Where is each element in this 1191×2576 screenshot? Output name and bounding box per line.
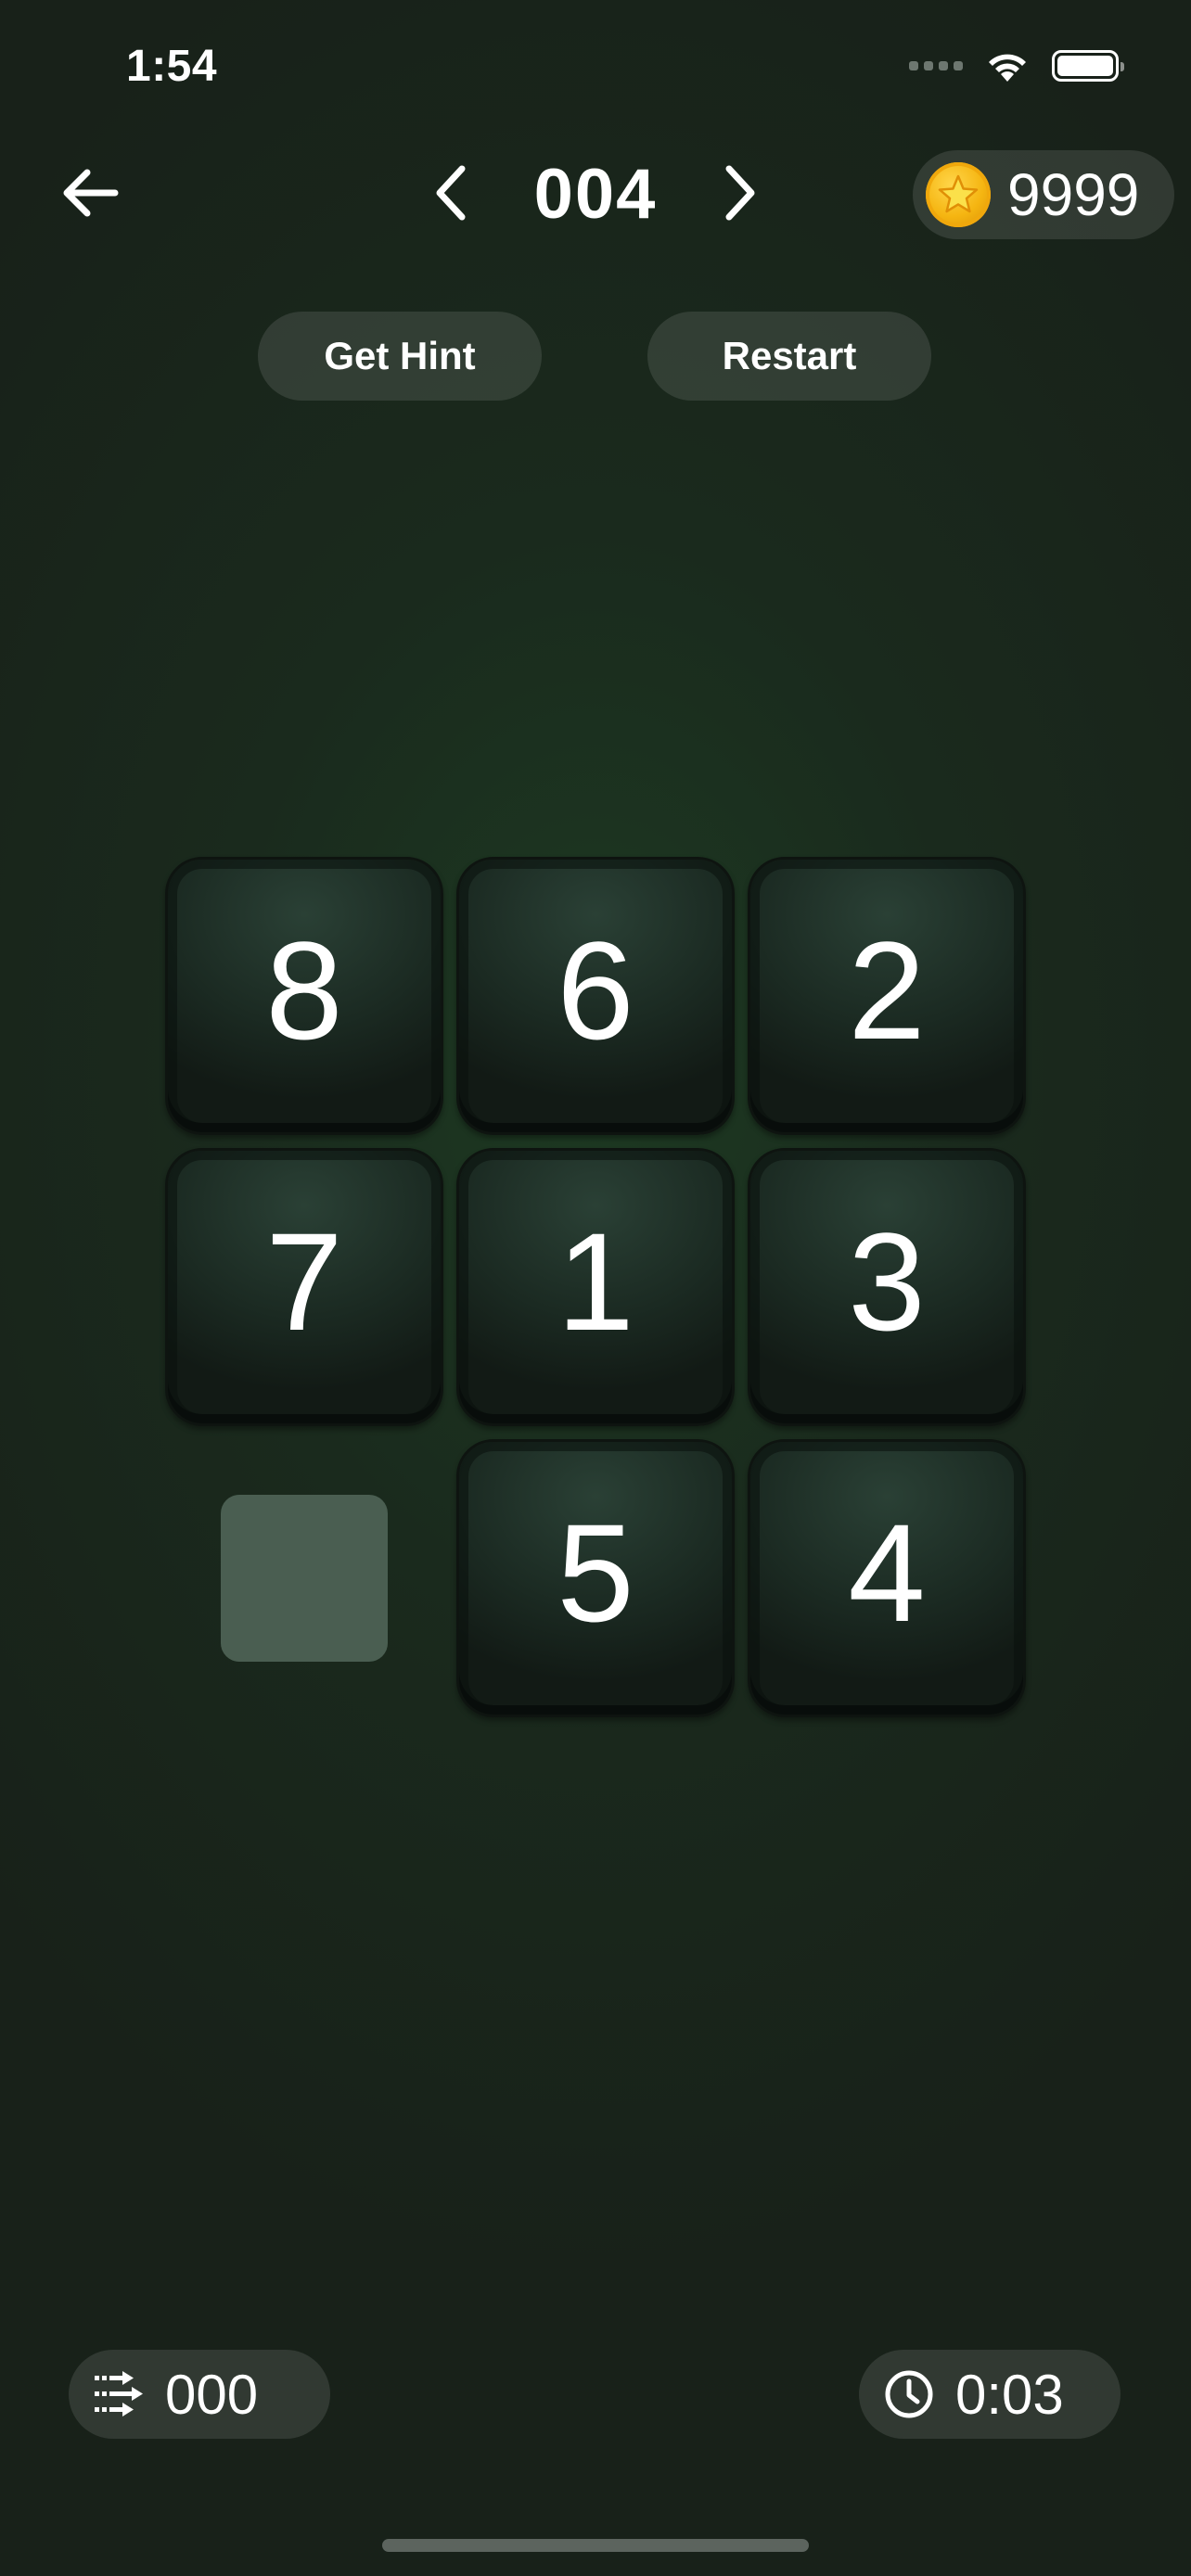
back-button[interactable] xyxy=(54,158,124,228)
tile-6[interactable]: 6 xyxy=(456,857,735,1135)
moves-counter: 000 xyxy=(69,2350,330,2439)
coin-count: 9999 xyxy=(1007,161,1140,228)
tile-5[interactable]: 5 xyxy=(456,1439,735,1717)
tile-number: 1 xyxy=(557,1203,634,1359)
status-time: 1:54 xyxy=(126,42,218,91)
tile-number: 7 xyxy=(265,1203,343,1359)
tile-1[interactable]: 1 xyxy=(456,1148,735,1426)
tile-number: 3 xyxy=(848,1203,926,1359)
chevron-left-icon xyxy=(436,165,466,221)
tile-number: 4 xyxy=(848,1494,926,1651)
elapsed-time: 0:03 xyxy=(955,2363,1064,2426)
wifi-icon xyxy=(989,54,1026,82)
clock-icon xyxy=(881,2366,937,2422)
tile-8[interactable]: 8 xyxy=(165,857,443,1135)
empty-slot xyxy=(221,1495,388,1662)
timer: 0:03 xyxy=(859,2350,1121,2439)
chevron-right-icon xyxy=(725,165,755,221)
battery-icon xyxy=(1052,50,1124,82)
star-coin-icon xyxy=(926,162,991,227)
tile-number: 8 xyxy=(265,912,343,1068)
status-icons xyxy=(909,48,1124,83)
coins-balance[interactable]: 9999 xyxy=(913,150,1174,239)
level-number: 004 xyxy=(533,155,658,234)
tile-number: 6 xyxy=(557,912,634,1068)
moves-arrows-icon xyxy=(91,2366,147,2422)
home-indicator[interactable] xyxy=(382,2539,809,2552)
next-level-button[interactable] xyxy=(712,158,768,228)
tile-number: 5 xyxy=(557,1494,634,1651)
signal-icon xyxy=(909,61,963,70)
get-hint-button[interactable]: Get Hint xyxy=(258,312,542,401)
tile-4[interactable]: 4 xyxy=(748,1439,1026,1717)
tile-3[interactable]: 3 xyxy=(748,1148,1026,1426)
puzzle-board: 8 6 2 7 1 3 5 4 xyxy=(165,857,1026,1717)
tile-2[interactable]: 2 xyxy=(748,857,1026,1135)
moves-count: 000 xyxy=(165,2363,259,2426)
restart-button[interactable]: Restart xyxy=(647,312,931,401)
tile-number: 2 xyxy=(848,912,926,1068)
arrow-left-icon xyxy=(63,169,119,217)
previous-level-button[interactable] xyxy=(423,158,479,228)
tile-7[interactable]: 7 xyxy=(165,1148,443,1426)
